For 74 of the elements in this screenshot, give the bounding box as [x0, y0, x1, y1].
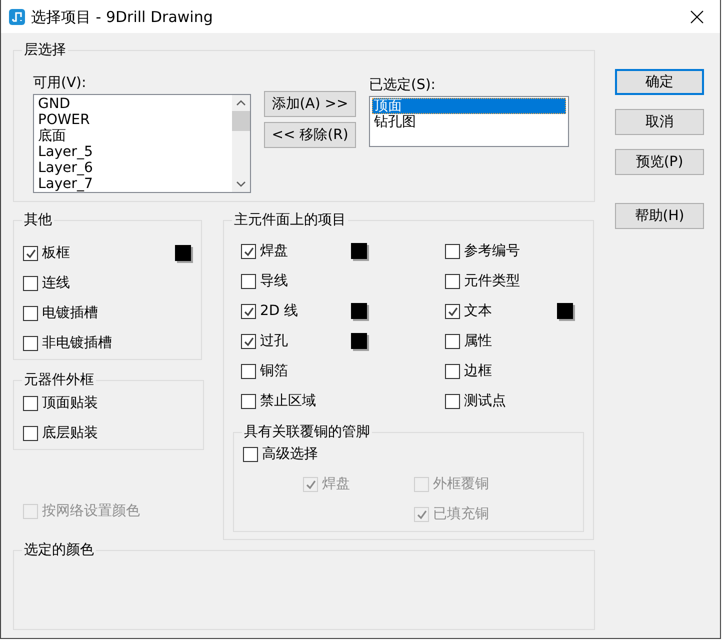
color-swatch[interactable]	[351, 243, 367, 259]
window-title: 选择项目 - 9Drill Drawing	[31, 8, 213, 26]
list-box[interactable]: 顶面 钻孔图	[369, 96, 569, 147]
checkbox-label[interactable]: 非电镀插槽	[42, 334, 112, 352]
group-label: 选定的颜色	[22, 541, 96, 559]
checkbox-label[interactable]: 测试点	[464, 392, 506, 410]
group-label: 主元件面上的项目	[232, 211, 348, 229]
dialog-button[interactable]: 确定	[615, 69, 704, 95]
checkbox[interactable]	[23, 276, 38, 290]
checkbox-label[interactable]: 过孔	[260, 332, 288, 350]
list-box[interactable]: GND POWER 底面 Layer_5 Layer_6 Layer_7	[33, 94, 251, 193]
list-item[interactable]: 底面	[36, 128, 230, 144]
app-icon	[9, 8, 25, 24]
checkbox[interactable]	[241, 274, 256, 288]
checkbox[interactable]	[241, 334, 256, 348]
checkbox-label[interactable]: 参考编号	[464, 242, 520, 260]
dialog-button[interactable]: 帮助(H)	[615, 203, 704, 229]
checkbox[interactable]	[445, 244, 460, 258]
scroll-down-icon[interactable]	[236, 180, 246, 188]
checkbox[interactable]	[23, 426, 38, 440]
checkbox-label[interactable]: 导线	[260, 272, 288, 290]
list-item[interactable]: 钻孔图	[372, 114, 566, 130]
checkbox[interactable]	[23, 396, 38, 410]
checkbox-label[interactable]: 板框	[42, 244, 70, 262]
group-label: 层选择	[22, 41, 68, 59]
checkbox[interactable]	[241, 244, 256, 258]
checkbox[interactable]	[241, 394, 256, 408]
list-item[interactable]: GND	[36, 96, 230, 112]
checkbox[interactable]	[445, 394, 460, 408]
checkbox[interactable]	[445, 274, 460, 288]
checkbox[interactable]	[445, 304, 460, 318]
color-swatch[interactable]	[175, 245, 191, 261]
group-label: 其他	[22, 211, 54, 229]
checkbox-label[interactable]: 禁止区域	[260, 392, 316, 410]
move-button[interactable]: 添加(A) >>	[264, 91, 356, 117]
checkbox-label[interactable]: 2D 线	[260, 302, 298, 320]
checkbox[interactable]	[241, 364, 256, 378]
checkbox-label[interactable]: 电镀插槽	[42, 304, 98, 322]
close-icon[interactable]	[690, 10, 704, 24]
color-swatch[interactable]	[351, 333, 367, 349]
checkbox[interactable]	[241, 304, 256, 318]
checkbox-label[interactable]: 铜箔	[260, 362, 288, 380]
checkbox-label[interactable]: 顶面贴装	[42, 394, 98, 412]
scroll-up-icon[interactable]	[236, 99, 246, 107]
list-item[interactable]: Layer_5	[36, 144, 230, 160]
move-button[interactable]: << 移除(R)	[264, 122, 356, 148]
checkbox-label[interactable]: 焊盘	[260, 242, 288, 260]
checkbox[interactable]	[445, 334, 460, 348]
checkbox-label[interactable]: 连线	[42, 274, 70, 292]
list-item[interactable]: POWER	[36, 112, 230, 128]
dialog-button[interactable]: 取消	[615, 109, 704, 135]
group-label: 元器件外框	[22, 371, 96, 389]
checkbox-label[interactable]: 高级选择	[262, 446, 318, 462]
checkbox-label[interactable]: 文本	[464, 302, 492, 320]
checkbox[interactable]	[23, 306, 38, 320]
checkbox[interactable]	[23, 336, 38, 350]
color-swatch[interactable]	[351, 303, 367, 319]
list-label: 可用(V):	[33, 75, 86, 91]
checkbox[interactable]	[23, 246, 38, 260]
color-swatch[interactable]	[557, 303, 573, 319]
group-label: 具有关联覆铜的管脚	[242, 423, 372, 441]
checkbox-label[interactable]: 属性	[464, 332, 492, 350]
scrollbar[interactable]	[232, 95, 250, 192]
scrollbar-thumb[interactable]	[232, 111, 250, 131]
list-label: 已选定(S):	[369, 77, 436, 93]
list-item[interactable]: Layer_7	[36, 176, 230, 192]
checkbox-label[interactable]: 元件类型	[464, 272, 520, 290]
checkbox[interactable]	[243, 446, 258, 462]
checkbox-label[interactable]: 底层贴装	[42, 424, 98, 442]
list-item[interactable]: 顶面	[372, 98, 566, 114]
checkbox[interactable]	[445, 364, 460, 378]
list-item[interactable]: Layer_6	[36, 160, 230, 176]
dialog-button[interactable]: 预览(P)	[615, 149, 704, 175]
checkbox-label[interactable]: 边框	[464, 362, 492, 380]
